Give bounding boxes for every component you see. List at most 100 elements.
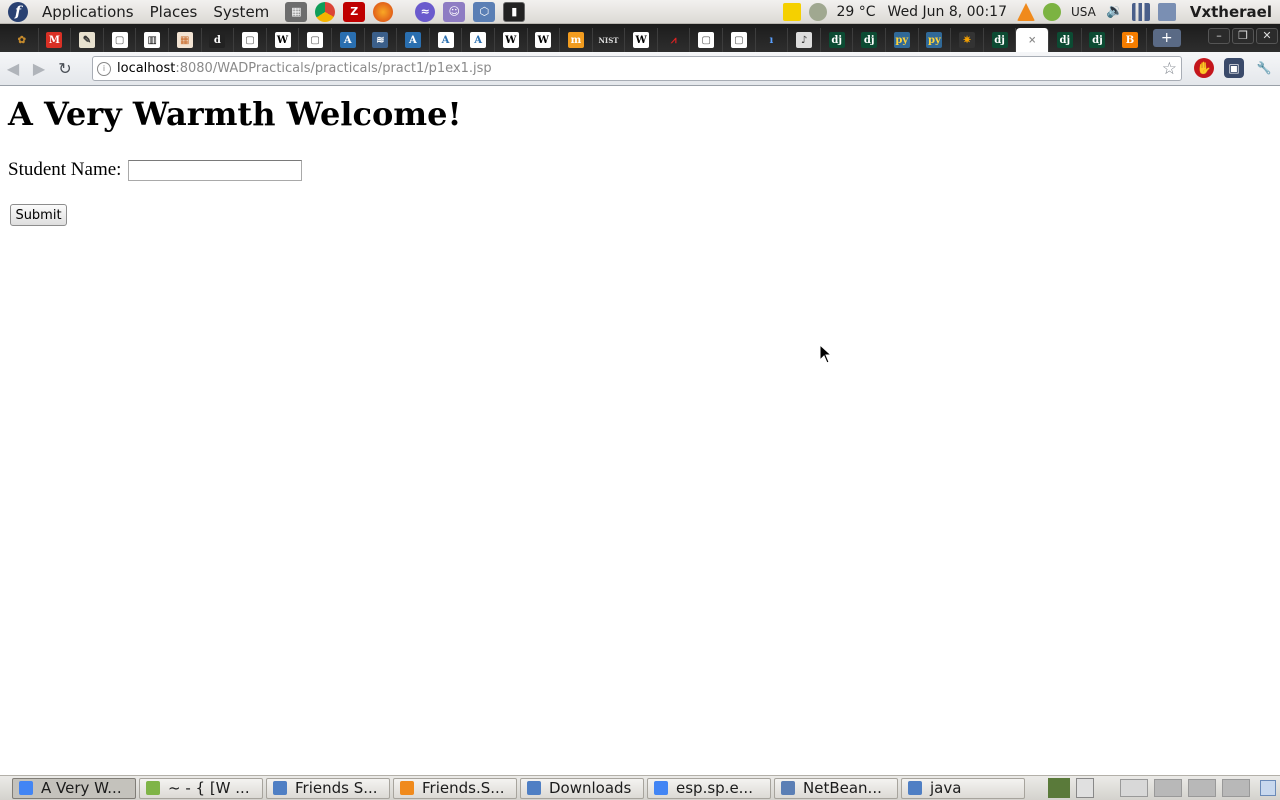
tab-5[interactable]: ▥	[136, 28, 169, 52]
tab-30[interactable]: ✷	[951, 28, 984, 52]
weather-readout[interactable]: 29 °C	[837, 4, 876, 20]
tab-python-1[interactable]: py	[886, 28, 919, 52]
tab-python-2[interactable]: py	[919, 28, 952, 52]
show-desktop-icon[interactable]	[1260, 780, 1276, 796]
workspace-2[interactable]	[1154, 779, 1182, 797]
terminal-icon[interactable]: ▮	[503, 1, 526, 22]
taskbar-item-label: Friends.S...	[422, 779, 505, 797]
submit-button[interactable]: Submit	[10, 204, 67, 226]
tab-25[interactable]: ♪	[788, 28, 821, 52]
vlc-icon[interactable]	[1017, 3, 1035, 21]
tab-14[interactable]: A	[430, 28, 463, 52]
taskbar-item[interactable]: Friends.S...	[393, 777, 517, 799]
keyboard-layout-indicator[interactable]: USA	[1071, 5, 1096, 19]
clock[interactable]: Wed Jun 8, 00:17	[888, 4, 1007, 20]
page-info-icon[interactable]: i	[97, 61, 111, 76]
tab-24[interactable]: ı	[756, 28, 789, 52]
screenshot-extension-icon[interactable]: ▣	[1224, 58, 1244, 78]
fedora-logo-icon[interactable]: f	[8, 1, 28, 22]
pidgin-icon[interactable]: ☺	[443, 1, 466, 22]
netbeans-icon[interactable]: ⬡	[473, 1, 496, 22]
taskbar-item[interactable]: A Very W...	[12, 777, 136, 799]
tab-wikipedia-2[interactable]: W	[495, 28, 528, 52]
tab-15[interactable]: A	[462, 28, 495, 52]
student-name-input[interactable]	[128, 159, 303, 181]
chrome-icon[interactable]	[315, 1, 336, 22]
taskbar-item-icon	[400, 781, 414, 795]
tab-blogger[interactable]: B	[1114, 28, 1147, 52]
tab-12[interactable]: ≋	[365, 28, 398, 52]
workspace-3[interactable]	[1188, 779, 1216, 797]
applications-menu[interactable]: Applications	[34, 0, 142, 24]
tab-6[interactable]: ▦	[169, 28, 202, 52]
tab-3[interactable]: ✎	[71, 28, 104, 52]
taskbar-item-label: esp.sp.e...	[676, 779, 753, 797]
tab-wikipedia-4[interactable]: W	[625, 28, 658, 52]
battery-icon[interactable]	[1157, 3, 1176, 21]
system-menu[interactable]: System	[205, 0, 277, 24]
minecraft-icon[interactable]	[1048, 778, 1070, 798]
network-status-icon[interactable]	[1043, 3, 1061, 21]
workspace-4[interactable]	[1222, 779, 1250, 797]
close-window-button[interactable]: ✕	[1256, 28, 1278, 44]
calculator-icon[interactable]: ▦	[285, 1, 308, 22]
tab-django-3[interactable]: dj	[984, 28, 1017, 52]
tab-wikipedia-1[interactable]: W	[267, 28, 300, 52]
tab-21[interactable]: ⩘	[658, 28, 691, 52]
new-tab-button[interactable]: +	[1152, 29, 1181, 47]
tab-22-favicon-icon: ▢	[698, 32, 715, 48]
trash-icon[interactable]	[1076, 778, 1094, 798]
tab-active[interactable]: ×	[1016, 28, 1049, 52]
signal-icon[interactable]	[1131, 3, 1150, 21]
taskbar-item-icon	[908, 781, 922, 795]
maximize-button[interactable]: ❐	[1232, 28, 1254, 44]
taskbar-item[interactable]: NetBean...	[774, 777, 898, 799]
tab-10[interactable]: ▢	[299, 28, 332, 52]
taskbar-item-label: java	[930, 779, 962, 797]
tab-8[interactable]: ▢	[234, 28, 267, 52]
tab-python-2-favicon-icon: py	[926, 32, 943, 48]
tab-4[interactable]: ▢	[104, 28, 137, 52]
places-menu[interactable]: Places	[142, 0, 206, 24]
filezilla-icon[interactable]: Z	[343, 1, 366, 22]
update-icon[interactable]	[808, 3, 827, 21]
tab-django-4[interactable]: dj	[1049, 28, 1082, 52]
tab-nist[interactable]: NIST	[593, 28, 626, 52]
tab-13[interactable]: A	[397, 28, 430, 52]
taskbar-item[interactable]: Downloads	[520, 777, 644, 799]
tab-django-2-favicon-icon: dj	[861, 32, 878, 48]
adblock-icon[interactable]: ✋	[1194, 58, 1214, 78]
address-bar[interactable]: i localhost:8080/WADPracticals/practical…	[92, 56, 1182, 81]
wrench-menu-icon[interactable]: 🔧	[1254, 58, 1274, 78]
tab-wikipedia-2-favicon-icon: W	[502, 32, 519, 48]
taskbar-item[interactable]: Friends S...	[266, 777, 390, 799]
minimize-button[interactable]: –	[1208, 28, 1230, 44]
tab-23[interactable]: ▢	[723, 28, 756, 52]
tab-django-1-favicon-icon: dj	[828, 32, 845, 48]
taskbar-item[interactable]: java	[901, 777, 1025, 799]
tab-gmail[interactable]: M	[39, 28, 72, 52]
tab-11[interactable]: A	[332, 28, 365, 52]
back-button[interactable]: ◀	[0, 56, 26, 82]
tab-django-1[interactable]: dj	[821, 28, 854, 52]
username[interactable]: Vxtherael	[1190, 3, 1272, 21]
bookmark-star-icon[interactable]: ☆	[1162, 59, 1177, 79]
tab-django-2[interactable]: dj	[853, 28, 887, 52]
volume-icon[interactable]: 🔉	[1106, 3, 1124, 21]
tab-wikipedia-3[interactable]: W	[528, 28, 561, 52]
reload-button[interactable]: ↻	[52, 56, 78, 82]
firefox-icon[interactable]	[373, 1, 394, 22]
taskbar-item[interactable]: ~ - { [W ...	[139, 777, 263, 799]
taskbar-item-icon	[273, 781, 287, 795]
tab-24-favicon-icon: ı	[769, 34, 774, 46]
notes-icon[interactable]	[782, 3, 801, 21]
emacs-icon[interactable]: ≈	[415, 1, 436, 22]
tab-18[interactable]: m	[560, 28, 593, 52]
tab-django-5[interactable]: dj	[1082, 28, 1115, 52]
tab-22[interactable]: ▢	[690, 28, 724, 52]
forward-button[interactable]: ▶	[26, 56, 52, 82]
workspace-1[interactable]	[1120, 779, 1148, 797]
tab-dictionary[interactable]: d	[202, 28, 235, 52]
tab-1[interactable]: ✿	[6, 28, 39, 52]
taskbar-item[interactable]: esp.sp.e...	[647, 777, 771, 799]
